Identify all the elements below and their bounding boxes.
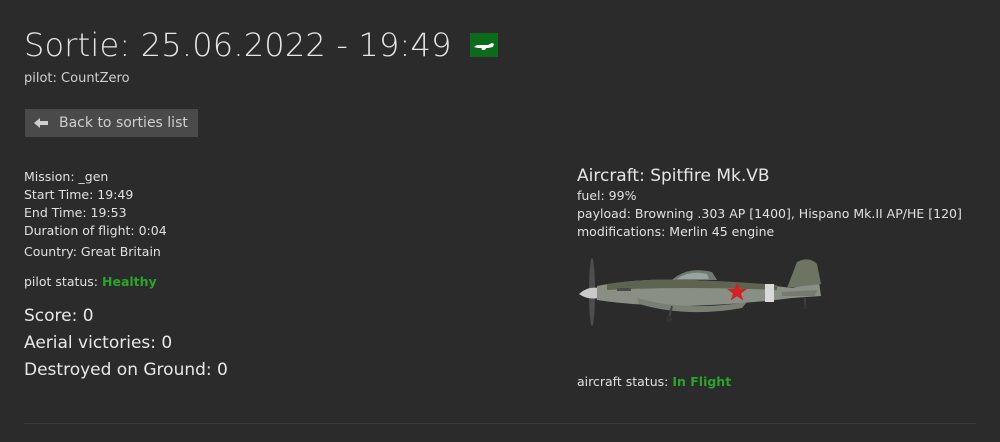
spitfire-aircraft-image xyxy=(577,252,827,326)
page-title: Sortie: 25.06.2022 - 19:49 xyxy=(24,26,452,64)
aircraft-fuel: fuel: 99% xyxy=(577,188,637,203)
sortie-stats: Score: 0 Aerial victories: 0 Destroyed o… xyxy=(24,303,524,384)
pilot-status: pilot status: Healthy xyxy=(24,274,524,289)
bottom-divider xyxy=(24,423,976,424)
arrow-left-icon xyxy=(33,116,49,130)
aircraft-silhouette-icon xyxy=(473,36,495,55)
pilot-line: pilot: CountZero xyxy=(24,71,130,86)
start-time: Start Time: 19:49 xyxy=(24,187,134,202)
title-row: Sortie: 25.06.2022 - 19:49 xyxy=(24,26,498,64)
back-to-sorties-button[interactable]: Back to sorties list xyxy=(25,109,198,137)
sortie-page: Sortie: 25.06.2022 - 19:49 pilot: CountZ… xyxy=(0,0,1000,442)
aircraft-status: aircraft status: In Flight xyxy=(577,374,731,389)
end-time: End Time: 19:53 xyxy=(24,205,127,220)
country: Country: Great Britain xyxy=(24,244,161,259)
pilot-status-value: Healthy xyxy=(102,274,157,289)
aircraft-modifications: modifications: Merlin 45 engine xyxy=(577,224,775,239)
aircraft-name: Aircraft: Spitfire Mk.VB xyxy=(577,166,770,186)
destroyed-on-ground: Destroyed on Ground: 0 xyxy=(24,360,228,380)
aircraft-status-value: In Flight xyxy=(672,374,732,389)
pilot-name: CountZero xyxy=(61,71,130,86)
score: Score: 0 xyxy=(24,306,94,326)
pilot-label: pilot: xyxy=(24,71,57,86)
aerial-victories: Aerial victories: 0 xyxy=(24,333,173,353)
mission-info-panel: Mission: _gen Start Time: 19:49 End Time… xyxy=(24,168,524,384)
aircraft-info-panel: Aircraft: Spitfire Mk.VB fuel: 99% paylo… xyxy=(577,165,992,241)
pilot-status-label: pilot status: xyxy=(24,274,99,289)
aircraft-payload: payload: Browning .303 AP [1400], Hispan… xyxy=(577,206,962,221)
aircraft-status-label: aircraft status: xyxy=(577,374,669,389)
mission-name: Mission: _gen xyxy=(24,169,109,184)
aircraft-type-badge xyxy=(469,33,498,57)
flight-duration: Duration of flight: 0:04 xyxy=(24,223,167,238)
back-button-label: Back to sorties list xyxy=(59,115,188,131)
